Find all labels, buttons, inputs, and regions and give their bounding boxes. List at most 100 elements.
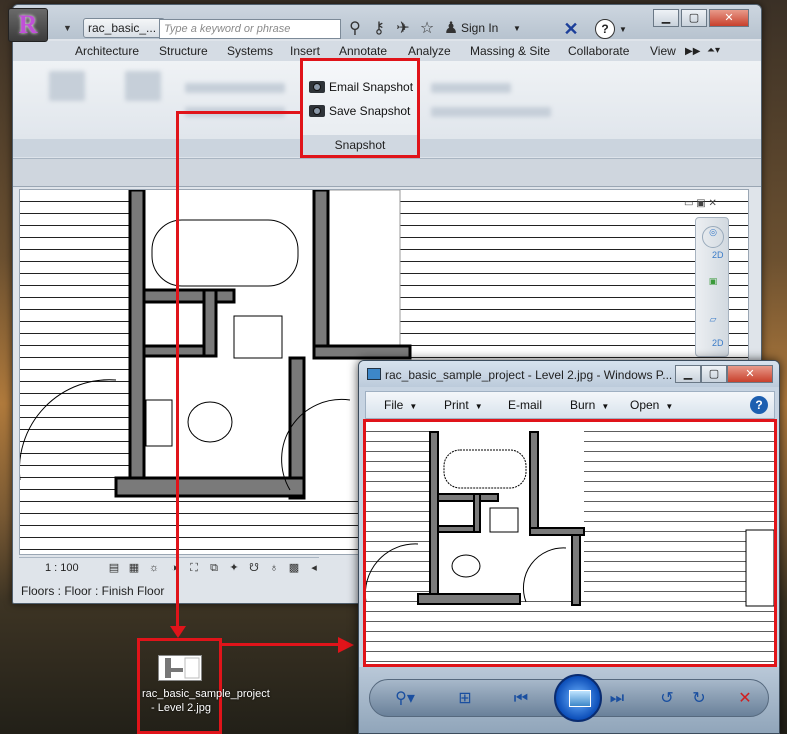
tab-structure[interactable]: Structure (159, 44, 208, 58)
search-input[interactable] (159, 19, 341, 39)
blurred-tool (431, 107, 551, 117)
email-snapshot-button[interactable]: Email Snapshot (309, 77, 413, 97)
title-bar: ▼ rac_basic_... ⚲ ⚷ ✈ ☆ ♟ Sign In ▼ ✕ ? … (13, 5, 761, 39)
viewer-control-strip: ⚲▾ ⊞ ⏮ ⏭ ↺ ↻ ✕ (369, 674, 769, 722)
sun-path-icon[interactable]: ☼ (147, 561, 161, 575)
blurred-tool (185, 83, 285, 93)
actual-size-icon[interactable]: ⊞ (454, 689, 476, 709)
tab-analyze[interactable]: Analyze (408, 44, 451, 58)
help-dropdown-icon[interactable]: ▼ (619, 25, 627, 34)
crop-view-icon[interactable]: ⛶ (187, 561, 201, 575)
visual-style-icon[interactable]: ▦ (127, 561, 141, 575)
zoom-region-icon[interactable]: ▣ (702, 276, 724, 298)
satellite-icon[interactable]: ✈ (393, 19, 413, 39)
viewer-control-bar: ⚲▾ ⊞ ⏮ ⏭ ↺ ↻ ✕ (359, 667, 779, 733)
application-menu-button[interactable]: R (8, 8, 48, 42)
lightbulb-icon[interactable]: ♁ (267, 561, 281, 575)
viewer-title: rac_basic_sample_project - Level 2.jpg -… (385, 368, 673, 382)
toilet (451, 554, 481, 578)
zoom-icon[interactable]: ⚲▾ (394, 689, 416, 709)
arrowhead-icon (338, 637, 354, 653)
save-snapshot-label: Save Snapshot (329, 104, 411, 118)
snapshot-panel: Email Snapshot Save Snapshot Snapshot (300, 58, 420, 158)
steering-wheel-icon[interactable]: ◎ (702, 226, 724, 248)
viewer-maximize-button[interactable]: ▢ (701, 365, 727, 383)
document-tab[interactable]: rac_basic_... (83, 18, 165, 38)
menu-file[interactable]: File ▼ (384, 398, 417, 412)
analytical-model-icon[interactable]: ▩ (287, 561, 301, 575)
camera-icon (309, 81, 325, 93)
tab-collaborate[interactable]: Collaborate (568, 44, 629, 58)
app-menu-dropdown-icon[interactable]: ▼ (63, 23, 72, 33)
camera-icon (309, 105, 325, 117)
bathtub (443, 449, 527, 489)
pan-icon[interactable]: ▱ (702, 314, 724, 336)
sink (489, 507, 519, 533)
tab-insert[interactable]: Insert (290, 44, 320, 58)
previous-icon[interactable]: ⏮ (510, 689, 532, 709)
reveal-hidden-icon[interactable]: ☋ (247, 561, 261, 575)
menu-burn[interactable]: Burn ▼ (570, 398, 609, 412)
floor-hatch (20, 190, 140, 554)
delete-icon[interactable]: ✕ (734, 689, 756, 709)
scroll-left-icon[interactable]: ◂ (307, 561, 321, 575)
jpg-file-icon[interactable]: rac_basic_sample_project - Level 2.jpg (137, 638, 270, 734)
favorites-star-icon[interactable]: ☆ (417, 19, 437, 39)
connector-line (176, 111, 179, 631)
view-scale[interactable]: 1 : 100 (45, 562, 79, 574)
file-name: rac_basic_sample_project - Level 2.jpg (142, 688, 270, 714)
menu-print[interactable]: Print ▼ (444, 398, 483, 412)
email-snapshot-label: Email Snapshot (329, 80, 414, 94)
sign-in-dropdown-icon[interactable]: ▼ (513, 24, 521, 33)
minimize-button[interactable]: ▁ (653, 9, 679, 27)
close-button[interactable]: ✕ (709, 9, 749, 27)
tab-view[interactable]: View (650, 44, 676, 58)
blurred-lock-icon (49, 71, 85, 101)
exchange-apps-icon[interactable]: ✕ (561, 19, 581, 39)
viewer-minimize-button[interactable]: ▁ (675, 365, 701, 383)
viewer-image (363, 419, 777, 667)
bathtub (151, 219, 299, 287)
binoculars-icon[interactable]: ⚲ (345, 19, 365, 39)
menu-open[interactable]: Open ▼ (630, 398, 673, 412)
nav-2d-label: 2D (712, 338, 724, 348)
save-snapshot-button[interactable]: Save Snapshot (309, 101, 410, 121)
navigation-bar: ◎ 2D ▣ ▱ 2D (695, 217, 729, 357)
temp-hide-icon[interactable]: ✦ (227, 561, 241, 575)
rotate-counterclockwise-icon[interactable]: ↺ (656, 689, 678, 709)
more-tabs-icon[interactable]: ▶▶ (685, 46, 700, 57)
key-icon[interactable]: ⚷ (369, 19, 389, 39)
status-bar: Floors : Floor : Finish Floor (21, 584, 165, 598)
maximize-button[interactable]: ▢ (681, 9, 707, 27)
sink (233, 315, 283, 359)
tab-systems[interactable]: Systems (227, 44, 273, 58)
options-bar (13, 159, 761, 187)
toilet (187, 401, 233, 443)
rotate-clockwise-icon[interactable]: ↻ (688, 689, 710, 709)
blurred-edit-icon (125, 71, 161, 101)
slideshow-button[interactable] (554, 674, 602, 722)
show-crop-icon[interactable]: ⧉ (207, 561, 221, 575)
view-control-bar: 1 : 100 ▤ ▦ ☼ ◑ ⛶ ⧉ ✦ ☋ ♁ ▩ ◂ (19, 557, 319, 579)
view-window-controls[interactable]: ▭ ▣ ✕ (684, 198, 717, 209)
menu-email[interactable]: E-mail (508, 398, 542, 412)
next-icon[interactable]: ⏭ (606, 689, 628, 709)
snapshot-panel-label: Snapshot (303, 135, 417, 155)
photo-viewer-icon (367, 368, 381, 380)
ribbon-minimize-icon[interactable]: ⏶▾ (707, 45, 720, 56)
help-icon[interactable]: ? (750, 396, 768, 414)
photo-viewer-window: rac_basic_sample_project - Level 2.jpg -… (358, 360, 780, 734)
blurred-tool (431, 83, 511, 93)
tab-massing-site[interactable]: Massing & Site (470, 44, 550, 58)
tab-architecture[interactable]: Architecture (75, 44, 139, 58)
nav-2d-label: 2D (712, 250, 724, 260)
arrowhead-icon (170, 626, 186, 638)
connector-line (176, 111, 302, 114)
sign-in-link[interactable]: Sign In (461, 21, 498, 35)
viewer-close-button[interactable]: ✕ (727, 365, 773, 383)
help-icon[interactable]: ? (595, 19, 615, 39)
user-icon: ♟ (443, 20, 459, 37)
tab-annotate[interactable]: Annotate (339, 44, 387, 58)
detail-level-icon[interactable]: ▤ (107, 561, 121, 575)
viewer-command-bar: File ▼ Print ▼ E-mail Burn ▼ Open ▼ ? (365, 391, 775, 419)
